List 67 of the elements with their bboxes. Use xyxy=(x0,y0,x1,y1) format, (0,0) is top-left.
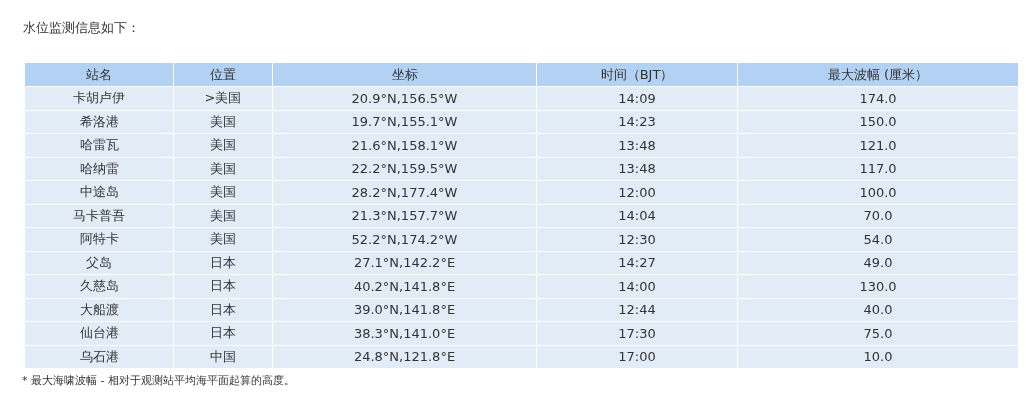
table-cell: 17:00 xyxy=(536,345,738,369)
table-cell: 75.0 xyxy=(737,321,1019,345)
table-cell: 49.0 xyxy=(737,251,1019,275)
table-cell: 美国 xyxy=(173,157,273,181)
table-cell: 希洛港 xyxy=(24,110,174,134)
table-cell: 14:09 xyxy=(536,86,738,110)
table-cell: 24.8°N,121.8°E xyxy=(272,345,537,369)
table-cell: 美国 xyxy=(173,133,273,157)
table-cell: 27.1°N,142.2°E xyxy=(272,251,537,275)
column-header: 最大波幅 (厘米） xyxy=(737,63,1019,87)
table-cell: 12:00 xyxy=(536,180,738,204)
table-cell: 父岛 xyxy=(24,251,174,275)
table-cell: 130.0 xyxy=(737,274,1019,298)
table-cell: 日本 xyxy=(173,321,273,345)
column-header: 时间（BJT） xyxy=(536,63,738,87)
table-cell: 21.6°N,158.1°W xyxy=(272,133,537,157)
column-header: 坐标 xyxy=(272,63,537,87)
table-cell: 100.0 xyxy=(737,180,1019,204)
table-cell: 38.3°N,141.0°E xyxy=(272,321,537,345)
table-cell: 美国 xyxy=(173,227,273,251)
table-cell: 117.0 xyxy=(737,157,1019,181)
footnote: * 最大海啸波幅 - 相对于观测站平均海平面起算的高度。 xyxy=(22,373,296,389)
table-cell: 14:23 xyxy=(536,110,738,134)
table-cell: 39.0°N,141.8°E xyxy=(272,298,537,322)
table-cell: 中国 xyxy=(173,345,273,369)
table-cell: 17:30 xyxy=(536,321,738,345)
table-cell: 13:48 xyxy=(536,157,738,181)
column-header: 站名 xyxy=(24,63,174,87)
table-cell: 22.2°N,159.5°W xyxy=(272,157,537,181)
table-cell: 哈雷瓦 xyxy=(24,133,174,157)
table-cell: 40.0 xyxy=(737,298,1019,322)
table-cell: 马卡普吾 xyxy=(24,204,174,228)
table-cell: 14:00 xyxy=(536,274,738,298)
intro-text: 水位监测信息如下： xyxy=(23,19,141,37)
table-cell: 21.3°N,157.7°W xyxy=(272,204,537,228)
table-cell: 大船渡 xyxy=(24,298,174,322)
table-cell: 日本 xyxy=(173,251,273,275)
table-cell: 阿特卡 xyxy=(24,227,174,251)
table-cell: 美国 xyxy=(173,180,273,204)
table-cell: 40.2°N,141.8°E xyxy=(272,274,537,298)
table-cell: 日本 xyxy=(173,298,273,322)
table-cell: 美国 xyxy=(173,110,273,134)
table-cell: 121.0 xyxy=(737,133,1019,157)
table-cell: 美国 xyxy=(173,204,273,228)
table-cell: 28.2°N,177.4°W xyxy=(272,180,537,204)
table-cell: 20.9°N,156.5°W xyxy=(272,86,537,110)
table-cell: 14:04 xyxy=(536,204,738,228)
table-cell: 54.0 xyxy=(737,227,1019,251)
table-cell: 日本 xyxy=(173,274,273,298)
table-cell: 19.7°N,155.1°W xyxy=(272,110,537,134)
table-cell: 13:48 xyxy=(536,133,738,157)
table-cell: 中途岛 xyxy=(24,180,174,204)
table-cell: 150.0 xyxy=(737,110,1019,134)
table-cell: 174.0 xyxy=(737,86,1019,110)
table-cell: 仙台港 xyxy=(24,321,174,345)
column-header: 位置 xyxy=(173,63,273,87)
table-cell: 52.2°N,174.2°W xyxy=(272,227,537,251)
table-cell: 卡胡卢伊 xyxy=(24,86,174,110)
table-cell: 70.0 xyxy=(737,204,1019,228)
table-cell: >美国 xyxy=(173,86,273,110)
table-cell: 久慈岛 xyxy=(24,274,174,298)
table-cell: 乌石港 xyxy=(24,345,174,369)
table-cell: 10.0 xyxy=(737,345,1019,369)
table-cell: 14:27 xyxy=(536,251,738,275)
table-cell: 哈纳雷 xyxy=(24,157,174,181)
table-cell: 12:30 xyxy=(536,227,738,251)
table-cell: 12:44 xyxy=(536,298,738,322)
